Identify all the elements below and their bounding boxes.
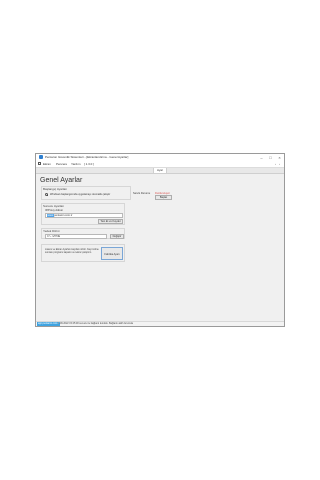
tab-nav-arrows[interactable]: ‹ › xyxy=(275,161,281,167)
reset-group: Lisans ve Ekran Ayarları kayıtları silin… xyxy=(41,244,125,262)
menu-item-yardim[interactable]: Yardım xyxy=(71,161,80,167)
server-address-value: pentaron.com.tr xyxy=(54,214,73,217)
change-backup-button[interactable]: Değiştir xyxy=(110,234,124,239)
status-text: 1.06.2022 15:25:48 sunucu ile bağlantı k… xyxy=(58,322,133,325)
startup-radio[interactable] xyxy=(45,193,48,196)
maximize-button[interactable]: □ xyxy=(266,154,275,161)
close-button[interactable]: × xyxy=(275,154,284,161)
server-group: Sunucu Ayarları IP/Proxy Adresi www.pent… xyxy=(41,203,125,225)
menu-icon[interactable] xyxy=(38,162,41,165)
backup-label: Yedek Dizini xyxy=(43,229,60,233)
menu-item-pencere[interactable]: Pencere xyxy=(56,161,67,167)
start-service-button[interactable]: Başlat xyxy=(155,195,172,200)
menu-bar: Ekran Pencere Yardım [ 1.3.0 ] ‹ › xyxy=(36,161,284,168)
startup-group: Başlangıç Ayarları Windows başlangıcında… xyxy=(41,186,131,200)
status-bar: app.pentaron.com.tr 1.06.2022 15:25:48 s… xyxy=(36,321,284,326)
server-group-label: Sunucu Ayarları xyxy=(43,204,65,208)
status-url[interactable]: app.pentaron.com.tr xyxy=(37,322,61,326)
menu-item-ekran[interactable]: Ekran xyxy=(43,161,51,167)
service-status-label: Servis Durumu xyxy=(133,191,151,195)
window-title: Pentaron Güvenlik Sistemleri - [Ekranlan… xyxy=(45,155,129,159)
application-window: Pentaron Güvenlik Sistemleri - [Ekranlan… xyxy=(35,153,285,327)
tab-ayar[interactable]: Ayar xyxy=(153,168,167,173)
backup-path-input[interactable]: C:\...\ZYNE xyxy=(45,234,107,239)
server-address-input[interactable]: www.pentaron.com.tr xyxy=(45,213,123,218)
app-icon xyxy=(39,155,43,159)
test-save-button[interactable]: Test Et ve Kaydet xyxy=(98,219,123,224)
minimize-button[interactable]: – xyxy=(257,154,266,161)
backup-group: Yedek Dizini C:\...\ZYNE Değiştir xyxy=(41,228,125,239)
factory-reset-button[interactable]: Fabrika Ayarı xyxy=(101,247,123,260)
version-label: [ 1.3.0 ] xyxy=(84,162,95,166)
settings-panel: Genel Ayarlar Başlangıç Ayarları Windows… xyxy=(36,174,284,323)
server-address-label: IP/Proxy Adresi xyxy=(45,209,63,212)
reset-info-text: Lisans ve Ekran Ayarları kayıtları silin… xyxy=(45,248,99,255)
startup-group-label: Başlangıç Ayarları xyxy=(43,187,68,191)
page-title: Genel Ayarlar xyxy=(40,177,83,184)
startup-option-label: Windows başlangıcında uygulamayı otomati… xyxy=(50,192,111,196)
